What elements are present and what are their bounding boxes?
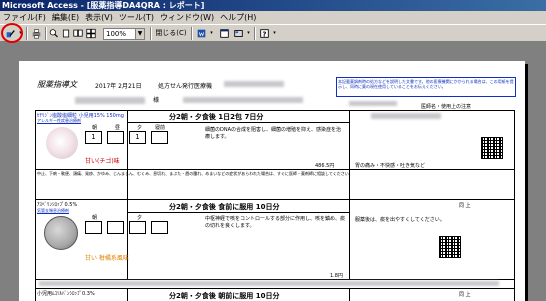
multiple-pages-icon bbox=[86, 28, 96, 39]
help-icon: ? bbox=[260, 29, 269, 38]
help-button[interactable]: ? bbox=[258, 27, 271, 40]
pharmacy-info bbox=[349, 101, 397, 106]
drug3-name: 小児用ﾑｺｿﾙﾊﾞﾝｼﾛｯﾌﾟ0.3% bbox=[37, 291, 95, 297]
drug3-dosage: 分2朝・夕食後 朝前に服用 10日分 bbox=[169, 292, 280, 300]
new-object-dropdown[interactable]: ▾ bbox=[245, 27, 252, 40]
print-button[interactable] bbox=[30, 27, 43, 40]
dose-label-evening-2: 夕 bbox=[137, 215, 143, 221]
dose-box-morning: 1 bbox=[85, 131, 102, 144]
one-page-icon bbox=[62, 29, 70, 38]
drug1-effect: 細菌のDNAの合成を阻害し、細菌の増殖を抑え、感染症を治療します。 bbox=[205, 127, 342, 140]
drug1-caution: 中止、下痢・軟便、頭痛、発疹、かゆみ、じんましん、むくみ、息切れ、まぶた・唇の腫… bbox=[37, 171, 353, 176]
one-page-button[interactable] bbox=[60, 27, 72, 40]
dose-label-morning-2: 朝 bbox=[92, 215, 98, 221]
report-title: 服薬指導文 bbox=[37, 80, 77, 89]
highlight-circle bbox=[1, 23, 23, 43]
drug1-pill-image bbox=[46, 127, 78, 159]
menu-edit[interactable]: 編集(E) bbox=[49, 11, 82, 24]
drug2-qr-code bbox=[439, 236, 461, 258]
drug2-price: 1.8円 bbox=[330, 273, 343, 279]
drug2-name: ｱｽﾍﾞﾘﾝｼﾛｯﾌﾟ0.5% bbox=[37, 202, 78, 208]
dose-box-noon bbox=[107, 131, 124, 144]
drug2-dosage: 分2朝・夕食後 食前に服用 10日分 bbox=[169, 203, 280, 211]
multiple-pages-button[interactable] bbox=[85, 27, 97, 40]
drug3-remarks-header: 同 上 bbox=[459, 292, 471, 298]
drug1-qr-code bbox=[481, 137, 503, 159]
chevron-down-icon[interactable]: ▼ bbox=[135, 29, 144, 39]
report-preview-area[interactable]: 服薬指導文 2017年 2月21日 処方せん発行医療機 様 本記載薬調剤時の処方… bbox=[0, 43, 546, 301]
dose-box-evening-2 bbox=[129, 221, 146, 234]
dose-label-morning: 朝 bbox=[92, 125, 98, 131]
dose-box-morning-2 bbox=[85, 221, 102, 234]
svg-text:?: ? bbox=[263, 30, 267, 38]
drug1-taste: 甘い(チゴ)味 bbox=[85, 158, 120, 165]
office-links-dropdown[interactable]: ▾ bbox=[208, 27, 215, 40]
menu-view[interactable]: 表示(V) bbox=[82, 11, 116, 24]
drug2-caution bbox=[39, 281, 499, 286]
zoom-value: 100% bbox=[106, 30, 127, 38]
word-icon bbox=[197, 29, 206, 38]
two-pages-icon bbox=[73, 29, 83, 37]
close-preview-button[interactable]: 閉じる(C) bbox=[154, 27, 188, 40]
patient-suffix: 様 bbox=[153, 97, 160, 104]
dose-box-evening: 1 bbox=[129, 131, 146, 144]
drug1-category: アレルギー性疾患治療剤 bbox=[37, 118, 81, 123]
hospital-name bbox=[224, 81, 284, 87]
window-title: Microsoft Access - [服薬指導DA4QRA : レポート] bbox=[0, 0, 546, 11]
dose-box-bedtime-2 bbox=[151, 221, 168, 234]
dose-label-bedtime: 寝前 bbox=[155, 125, 166, 131]
database-window-icon bbox=[220, 29, 229, 38]
dose-box-bedtime bbox=[151, 131, 168, 144]
menu-file[interactable]: ファイル(F) bbox=[0, 11, 49, 24]
database-window-button[interactable] bbox=[218, 27, 231, 40]
notice-box: 本記載薬調剤時の処方などを説明した文書です。他の医療機関にかかられる場合は、この… bbox=[336, 77, 516, 97]
magnifier-icon bbox=[49, 29, 58, 38]
hospital-label: 処方せん発行医療機 bbox=[158, 83, 213, 90]
dose-label-noon: 昼 bbox=[115, 125, 121, 131]
drug2-remarks-header: 同 上 bbox=[459, 203, 471, 209]
drug2-category: 気管支喘息治療剤 bbox=[37, 208, 69, 213]
menu-window[interactable]: ウィンドウ(W) bbox=[157, 11, 217, 24]
menu-tools[interactable]: ツール(T) bbox=[116, 11, 157, 24]
patient-name bbox=[75, 97, 145, 104]
new-object-icon bbox=[234, 30, 243, 37]
toolbar: ▾ 100% ▼ 閉じる(C) ▾ ▾ ? ▾ bbox=[0, 24, 546, 42]
drug2-side-effect: 服薬後は、痰を出やすくしてください。 bbox=[355, 217, 445, 223]
two-pages-button[interactable] bbox=[72, 27, 84, 40]
new-object-button[interactable] bbox=[232, 27, 245, 40]
report-date: 2017年 2月21日 bbox=[95, 83, 142, 90]
drug2-taste: 甘い 柑橘系風味 bbox=[85, 255, 129, 262]
menu-help[interactable]: ヘルプ(H) bbox=[217, 11, 259, 24]
zoom-select[interactable]: 100% ▼ bbox=[103, 28, 145, 40]
printer-icon bbox=[32, 29, 41, 39]
drug2-effect: 中枢神経で咳をコントロールする部分に作用し、咳を鎮め、痰の切れを良くします。 bbox=[205, 216, 346, 229]
export-word-button[interactable] bbox=[195, 27, 208, 40]
help-dropdown[interactable]: ▾ bbox=[271, 27, 278, 40]
drug1-price: 486.5円 bbox=[315, 163, 335, 169]
drug2-pill-image bbox=[44, 216, 78, 250]
dose-label-evening: 夕 bbox=[137, 125, 143, 131]
dose-box-noon-2 bbox=[107, 221, 124, 234]
drug1-dosage: 分2朝・夕食後 1日2包 7日分 bbox=[169, 113, 264, 121]
zoom-button[interactable] bbox=[48, 27, 60, 40]
remarks-label: 医師名・使用上の注意 bbox=[421, 104, 472, 110]
report-page: 服薬指導文 2017年 2月21日 処方せん発行医療機 様 本記載薬調剤時の処方… bbox=[19, 61, 525, 301]
menu-bar: ファイル(F) 編集(E) 表示(V) ツール(T) ウィンドウ(W) ヘルプ(H) bbox=[0, 11, 546, 24]
drug1-side-effect: 胃の痛み・不快感・吐き気など bbox=[355, 163, 426, 169]
drug1-remarks bbox=[371, 113, 441, 119]
patient-info bbox=[183, 97, 303, 103]
